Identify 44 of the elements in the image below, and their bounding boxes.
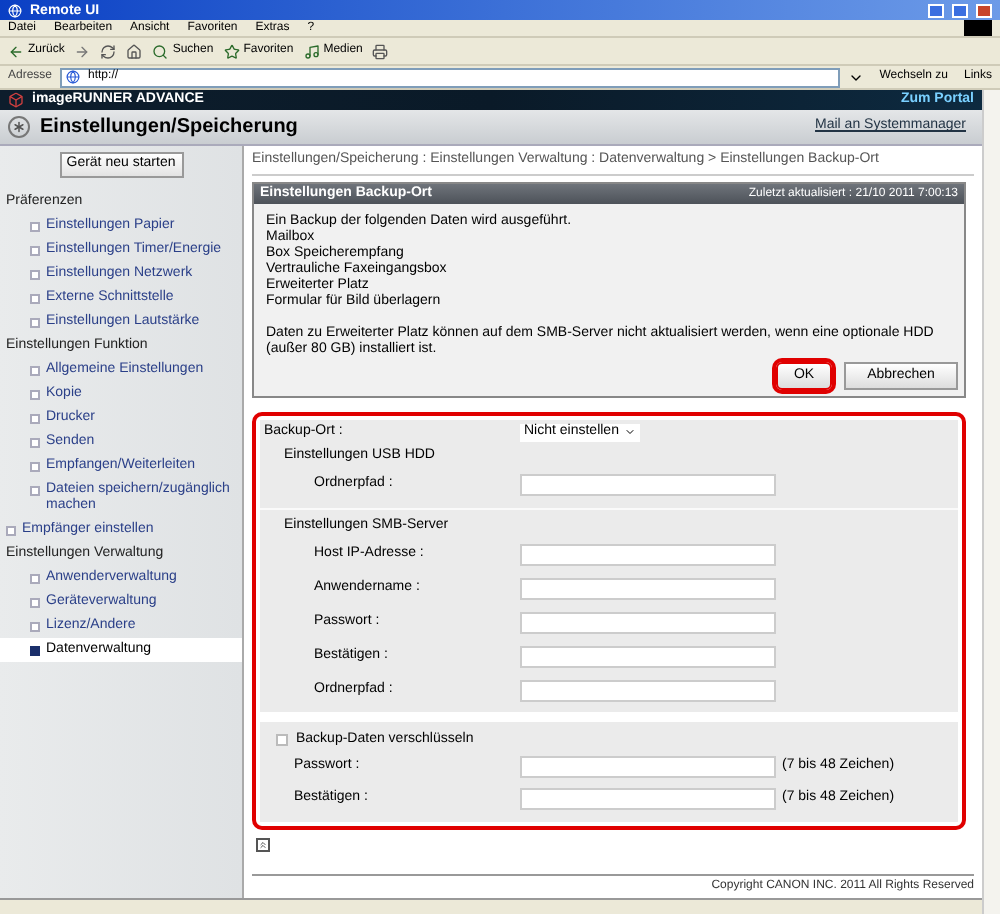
bullet-icon bbox=[30, 486, 40, 496]
search-icon bbox=[152, 43, 169, 59]
scroll-top-icon[interactable] bbox=[256, 838, 270, 852]
maximize-button[interactable] bbox=[952, 3, 968, 17]
bullet-icon bbox=[30, 462, 40, 472]
bullet-icon bbox=[30, 646, 40, 656]
caret-icon bbox=[624, 426, 637, 438]
page-title: Einstellungen/Speicherung bbox=[40, 114, 298, 142]
app-icon bbox=[8, 3, 22, 17]
bullet-icon bbox=[30, 270, 40, 280]
minimize-button[interactable] bbox=[928, 3, 944, 17]
home-icon[interactable] bbox=[126, 43, 143, 59]
encrypt-checkbox[interactable] bbox=[276, 734, 288, 746]
back-arrow-icon bbox=[8, 43, 24, 59]
print-icon[interactable] bbox=[372, 43, 389, 59]
bullet-icon bbox=[30, 622, 40, 632]
scrollbar[interactable] bbox=[982, 90, 1000, 914]
settings-icon bbox=[8, 116, 30, 138]
input-field[interactable] bbox=[520, 787, 776, 809]
bullet-icon bbox=[30, 246, 40, 256]
bullet-icon bbox=[30, 438, 40, 448]
forward-icon[interactable] bbox=[74, 43, 91, 59]
input-field[interactable] bbox=[520, 755, 776, 777]
star-icon bbox=[223, 43, 240, 59]
input-field[interactable] bbox=[520, 646, 776, 668]
refresh-icon[interactable] bbox=[100, 43, 117, 59]
bullet-icon bbox=[30, 318, 40, 328]
bullet-icon bbox=[30, 574, 40, 584]
music-note-icon bbox=[303, 43, 320, 59]
input-field[interactable] bbox=[520, 612, 776, 634]
bullet-icon bbox=[30, 366, 40, 376]
close-button[interactable] bbox=[976, 3, 992, 17]
bullet-icon bbox=[30, 294, 40, 304]
input-field[interactable] bbox=[520, 578, 776, 600]
bullet-icon bbox=[30, 598, 40, 608]
input-field[interactable] bbox=[520, 680, 776, 702]
bullet-icon bbox=[30, 390, 40, 400]
bullet-icon bbox=[30, 222, 40, 232]
input-field[interactable] bbox=[520, 544, 776, 566]
input-field[interactable] bbox=[520, 474, 776, 496]
bullet-icon bbox=[6, 526, 16, 536]
cube-icon bbox=[8, 92, 24, 108]
globe-icon bbox=[66, 70, 81, 84]
bullet-icon bbox=[30, 414, 40, 424]
